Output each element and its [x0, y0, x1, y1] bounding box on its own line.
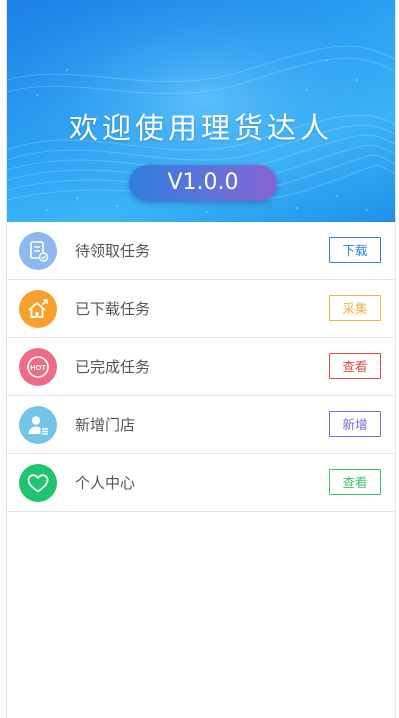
menu-item-label: 新增门店 — [75, 416, 136, 434]
heart-icon — [19, 464, 57, 502]
app-screen: 欢迎使用理货达人 V1.0.0 待领取任务 下载 已下载任务 采集 HOT 已完… — [6, 0, 396, 718]
svg-text:HOT: HOT — [30, 363, 46, 372]
menu-item-label: 已完成任务 — [75, 358, 151, 376]
download-button[interactable]: 下载 — [329, 237, 381, 263]
menu-item-personal-center[interactable]: 个人中心 查看 — [7, 454, 395, 512]
menu-list: 待领取任务 下载 已下载任务 采集 HOT 已完成任务 查看 新增门店 新增 个… — [7, 222, 395, 512]
menu-item-label: 待领取任务 — [75, 242, 151, 260]
add-store-button[interactable]: 新增 — [329, 411, 381, 437]
welcome-banner: 欢迎使用理货达人 V1.0.0 — [7, 0, 395, 222]
menu-item-label: 已下载任务 — [75, 300, 151, 318]
home-upload-icon — [19, 290, 57, 328]
task-list-icon — [19, 232, 57, 270]
collect-button[interactable]: 采集 — [329, 295, 381, 321]
version-badge: V1.0.0 — [129, 165, 277, 201]
menu-item-pending-tasks[interactable]: 待领取任务 下载 — [7, 222, 395, 280]
user-add-icon — [19, 406, 57, 444]
hot-badge-icon: HOT — [19, 348, 57, 386]
menu-item-downloaded-tasks[interactable]: 已下载任务 采集 — [7, 280, 395, 338]
menu-item-add-store[interactable]: 新增门店 新增 — [7, 396, 395, 454]
menu-item-completed-tasks[interactable]: HOT 已完成任务 查看 — [7, 338, 395, 396]
banner-title: 欢迎使用理货达人 — [68, 111, 333, 145]
view-completed-button[interactable]: 查看 — [329, 353, 381, 379]
menu-item-label: 个人中心 — [75, 474, 136, 492]
view-profile-button[interactable]: 查看 — [329, 469, 381, 495]
